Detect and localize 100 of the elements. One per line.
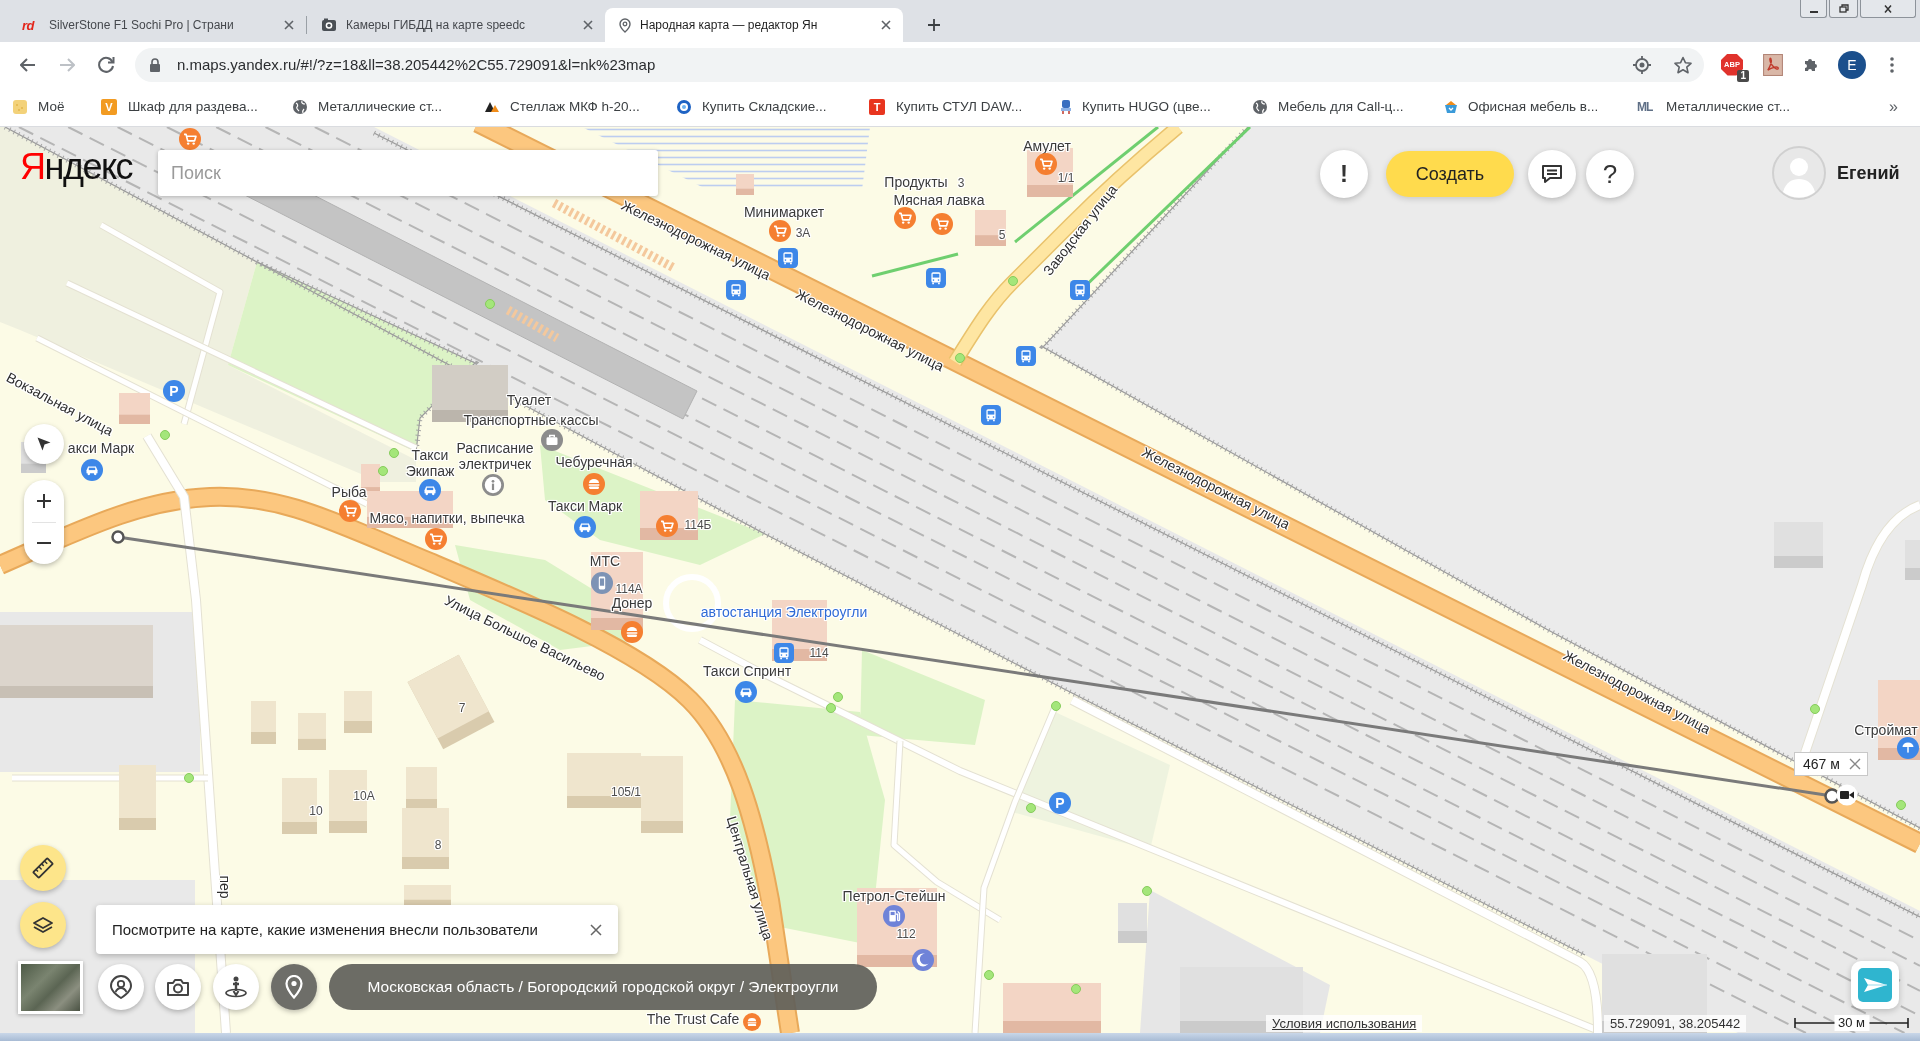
bus-icon bbox=[774, 643, 794, 663]
restore-button[interactable] bbox=[1829, 0, 1858, 18]
bookmark-link[interactable]: Моё bbox=[13, 99, 101, 114]
bookmark-link[interactable]: Офисная мебель в... bbox=[1445, 99, 1637, 114]
place-label: Чебуречная bbox=[555, 454, 633, 470]
building bbox=[344, 691, 372, 733]
camera-icon bbox=[167, 978, 189, 996]
building bbox=[404, 885, 451, 906]
minus-icon bbox=[37, 542, 51, 545]
distance-text: 467 м bbox=[1803, 756, 1840, 772]
bus-icon bbox=[778, 248, 798, 268]
house-number: 10 bbox=[309, 804, 323, 818]
user-name[interactable]: Егений bbox=[1837, 162, 1900, 184]
house-number: 8 bbox=[434, 838, 442, 852]
place-label: Мясная лавка bbox=[893, 192, 985, 208]
person-pin-icon bbox=[110, 975, 132, 999]
bookmark-link[interactable]: Купить HUGO (цве... bbox=[1061, 99, 1253, 114]
favicon-logo: rd bbox=[22, 17, 36, 33]
building bbox=[251, 701, 276, 744]
burger-icon bbox=[743, 1013, 761, 1031]
bookmark-link[interactable]: Стеллаж МКФ h-20... bbox=[485, 99, 677, 114]
terms-link[interactable]: Условия использования bbox=[1266, 1015, 1423, 1032]
forward-arrow-icon bbox=[59, 57, 75, 72]
place-label: Рыба bbox=[331, 484, 367, 500]
close-icon bbox=[583, 20, 593, 30]
globe-icon bbox=[1253, 99, 1267, 114]
house-number: 112 bbox=[896, 927, 916, 941]
house-number: 114 bbox=[809, 646, 829, 660]
place-label: Донер bbox=[611, 595, 653, 611]
minimize-button[interactable] bbox=[1800, 0, 1827, 18]
house-number: 7 bbox=[458, 701, 466, 715]
bus-icon bbox=[1016, 346, 1036, 366]
bookmark-link[interactable]: Мебель для Call-ц... bbox=[1253, 99, 1445, 114]
node-dot-icon bbox=[485, 299, 495, 309]
mountain-icon bbox=[485, 101, 499, 112]
close-button[interactable] bbox=[1847, 757, 1862, 771]
house-number: 3А bbox=[795, 226, 811, 240]
house-number: 3 bbox=[957, 176, 965, 190]
car-icon bbox=[419, 479, 441, 501]
more-bookmarks-button[interactable]: » bbox=[1889, 97, 1898, 116]
puzzle-icon bbox=[1803, 56, 1819, 73]
address-bar[interactable]: n.maps.yandex.ru/#!/?z=18&ll=38.205442%2C55.729091&l=nk%23map bbox=[135, 47, 1704, 82]
close-icon bbox=[590, 923, 602, 936]
tile-icon bbox=[13, 99, 27, 114]
close-icon bbox=[1848, 758, 1861, 770]
shopping-cart-icon bbox=[1035, 153, 1057, 175]
building bbox=[119, 765, 156, 830]
house-number: 114А bbox=[615, 582, 643, 596]
letter-logo: T bbox=[869, 98, 885, 115]
ruler-point-icon[interactable] bbox=[111, 530, 125, 544]
close-icon bbox=[1884, 4, 1892, 13]
globe-icon bbox=[293, 99, 307, 114]
create-button[interactable]: Создать bbox=[1386, 151, 1514, 197]
bus-icon bbox=[726, 280, 746, 300]
car-icon bbox=[81, 459, 103, 481]
phone-icon bbox=[591, 572, 613, 594]
house-number: 114Б bbox=[684, 518, 712, 532]
plus-icon bbox=[37, 493, 51, 508]
profile-button[interactable]: E bbox=[1838, 50, 1866, 79]
url-text[interactable]: n.maps.yandex.ru/#!/?z=18&ll=38.205442%2C55.729091&l=nk%23map bbox=[177, 56, 656, 73]
person-rotate-icon bbox=[225, 976, 247, 998]
location-breadcrumb[interactable]: Московская область / Богородский городской округ / Электроугли bbox=[329, 964, 877, 1010]
satellite-thumbnail[interactable] bbox=[18, 961, 83, 1014]
chair-icon bbox=[1061, 99, 1071, 114]
stop-label: автостанция Электроугли bbox=[700, 604, 868, 620]
house-number: 105/1 bbox=[611, 785, 641, 799]
bus-icon bbox=[981, 405, 1001, 425]
shopping-cart-icon bbox=[894, 207, 916, 229]
window-close-button[interactable] bbox=[1860, 0, 1916, 18]
basket-icon bbox=[1445, 100, 1457, 113]
search-field[interactable]: Поиск bbox=[158, 150, 658, 196]
house-number: 10А bbox=[353, 789, 375, 803]
layers-icon bbox=[33, 917, 53, 933]
yandex-logo[interactable]: Яндекс bbox=[20, 147, 133, 187]
building bbox=[736, 174, 754, 195]
browser-tab[interactable]: Народная карта — редактор Ян bbox=[605, 8, 903, 42]
shopping-cart-icon bbox=[769, 220, 791, 242]
building bbox=[119, 393, 150, 424]
bookmark-link[interactable]: T Купить СТУЛ DAW... bbox=[869, 98, 1061, 115]
node-dot-icon bbox=[984, 970, 994, 980]
node-dot-icon bbox=[1051, 701, 1061, 711]
star-icon[interactable] bbox=[1674, 55, 1692, 74]
node-dot-icon bbox=[378, 466, 388, 476]
location-target-icon[interactable] bbox=[1632, 54, 1652, 75]
bookmark-link[interactable]: Металлические ст... bbox=[293, 99, 485, 114]
menu-icon bbox=[1890, 56, 1894, 73]
letter-logo: V bbox=[101, 98, 117, 115]
bookmark-link[interactable]: V Шкаф для раздева... bbox=[101, 98, 293, 115]
location-pin-icon bbox=[285, 975, 303, 999]
node-dot-icon bbox=[955, 353, 965, 363]
scale-text: 30 м bbox=[1834, 1015, 1869, 1031]
place-label: Транспортные кассы bbox=[463, 412, 599, 428]
place-label: Строймат bbox=[1854, 722, 1918, 738]
bookmark-link[interactable]: ML Металлические ст... bbox=[1637, 99, 1829, 114]
node-dot-icon bbox=[184, 773, 194, 783]
shopping-cart-icon bbox=[339, 500, 361, 522]
place-label: Минимаркет bbox=[743, 204, 825, 220]
crosswalk bbox=[505, 306, 560, 342]
place-label: Расписание электричек bbox=[456, 440, 534, 472]
bookmark-link[interactable]: Купить Складские... bbox=[677, 99, 869, 114]
